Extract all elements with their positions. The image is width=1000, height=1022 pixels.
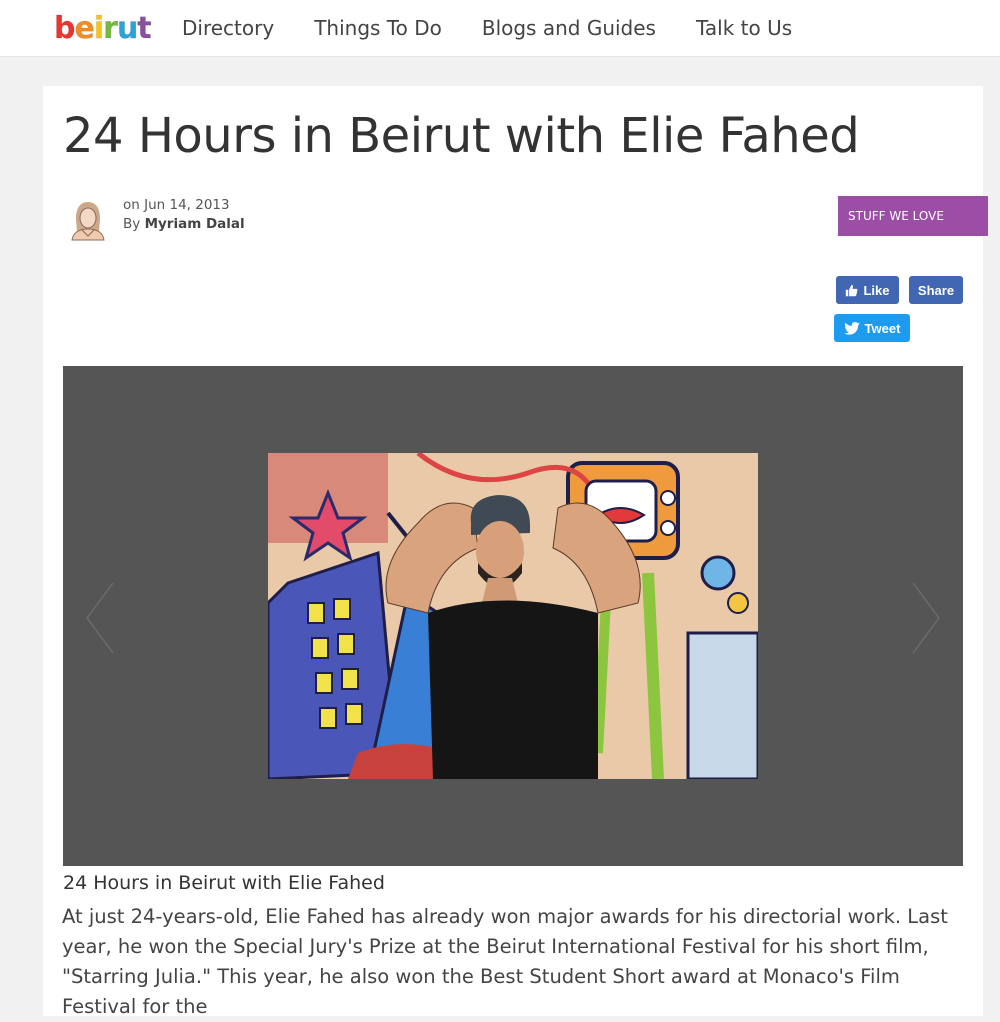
- logo-letter: r: [103, 11, 119, 46]
- logo-letter: b: [53, 11, 76, 46]
- gallery-prev-arrow-icon[interactable]: [83, 581, 117, 655]
- main-nav: Directory Things To Do Blogs and Guides …: [182, 0, 832, 56]
- gallery-photo[interactable]: [268, 453, 758, 779]
- facebook-share-button[interactable]: Share: [909, 276, 963, 304]
- tweet-button[interactable]: Tweet: [834, 314, 910, 342]
- thumbs-up-icon: [846, 284, 858, 296]
- author-name-link[interactable]: Myriam Dalal: [145, 216, 245, 232]
- author-avatar-icon: [67, 196, 109, 242]
- graffiti-portrait-image: [268, 453, 758, 779]
- author-prefix: By: [123, 216, 141, 232]
- article-title: 24 Hours in Beirut with Elie Fahed: [63, 108, 860, 164]
- author-line: By Myriam Dalal: [123, 215, 245, 234]
- logo-letter: t: [137, 11, 152, 46]
- top-navigation-bar: beirut Directory Things To Do Blogs and …: [0, 0, 1000, 57]
- image-gallery: [63, 366, 963, 866]
- beirut-logo[interactable]: beirut: [53, 11, 152, 46]
- like-label: Like: [863, 282, 890, 298]
- twitter-bird-icon: [843, 321, 860, 335]
- nav-directory[interactable]: Directory: [182, 16, 274, 40]
- facebook-like-button[interactable]: Like: [836, 276, 899, 304]
- gallery-caption: 24 Hours in Beirut with Elie Fahed: [63, 872, 385, 894]
- tweet-label: Tweet: [864, 320, 901, 336]
- logo-letter: u: [116, 11, 138, 46]
- logo-letter: i: [93, 11, 104, 46]
- nav-talk-to-us[interactable]: Talk to Us: [696, 16, 792, 40]
- article-body-text: At just 24-years-old, Elie Fahed has alr…: [62, 905, 948, 1018]
- nav-things-to-do[interactable]: Things To Do: [314, 16, 442, 40]
- logo-letter: e: [74, 11, 95, 46]
- nav-blogs-and-guides[interactable]: Blogs and Guides: [482, 16, 656, 40]
- category-badge[interactable]: STUFF WE LOVE: [838, 196, 988, 236]
- gallery-next-arrow-icon[interactable]: [909, 581, 943, 655]
- publish-date: on Jun 14, 2013: [123, 197, 230, 213]
- author-avatar[interactable]: [67, 196, 109, 242]
- article-meta: on Jun 14, 2013 By Myriam Dalal: [123, 196, 245, 234]
- share-label: Share: [917, 282, 955, 298]
